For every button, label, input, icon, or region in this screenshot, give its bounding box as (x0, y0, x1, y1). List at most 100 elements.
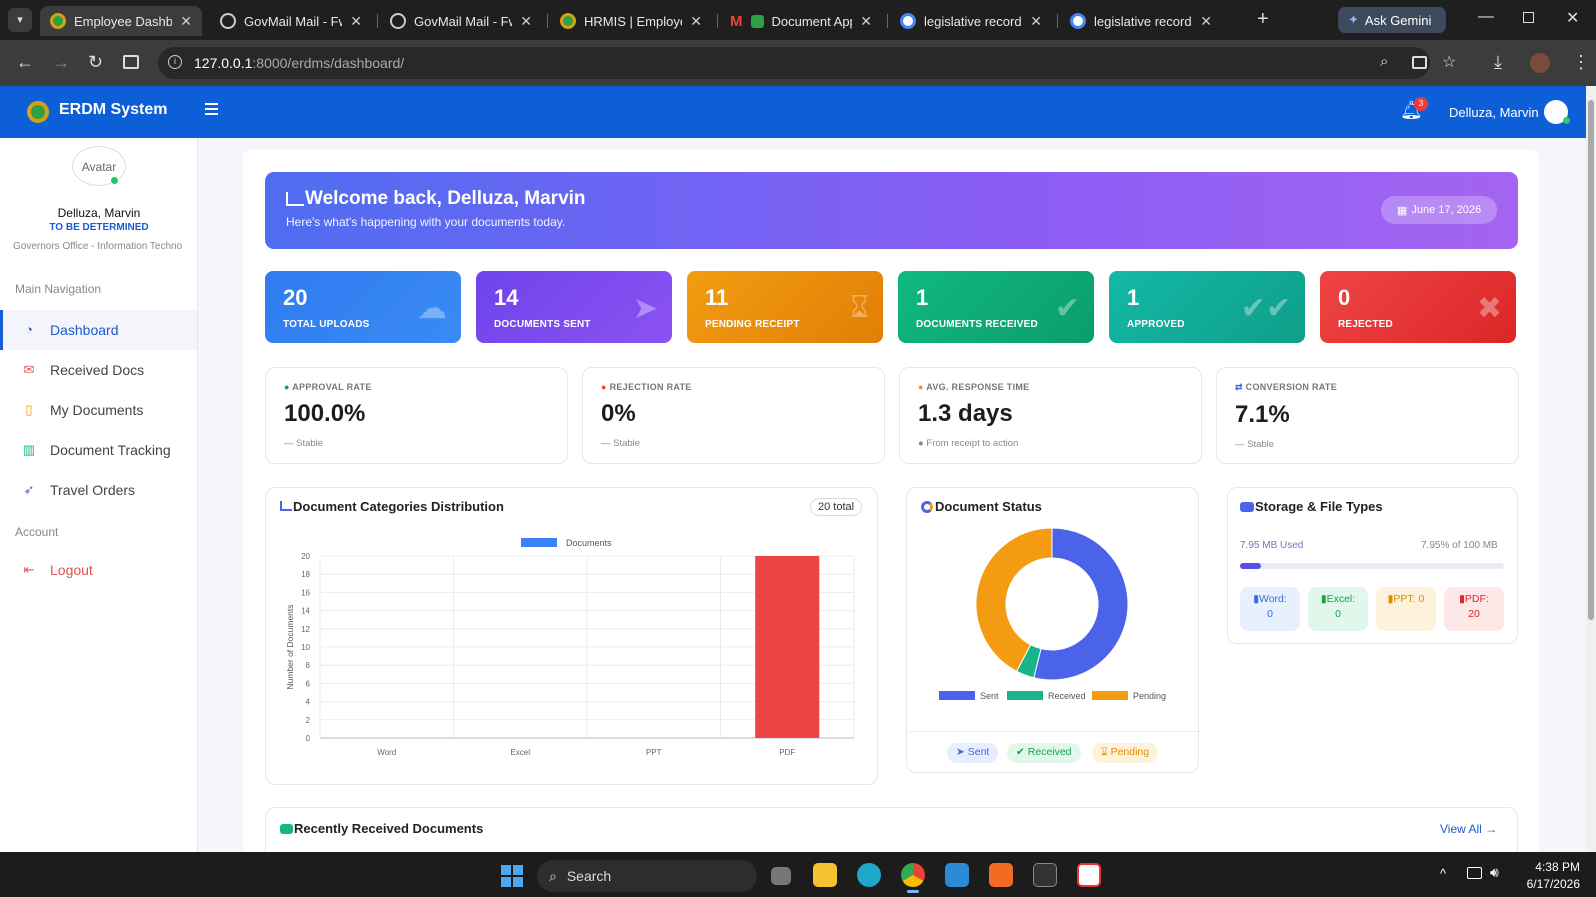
close-window-icon[interactable]: ✕ (1566, 8, 1579, 28)
metric-value: 100.0% (284, 400, 366, 427)
windows-start-icon[interactable] (501, 865, 523, 887)
browser-tab[interactable]: Employee Dashboa ✕ (40, 6, 202, 36)
metric-card-conversion-rate: ⇄ CONVERSION RATE 7.1% — Stable (1216, 367, 1519, 464)
metric-heading: REJECTION RATE (609, 382, 692, 392)
y-tick-label: 6 (306, 679, 311, 688)
ask-gemini-button[interactable]: ✦ Ask Gemini (1338, 7, 1446, 33)
taskbar-search[interactable]: ⌕ Search (537, 860, 757, 892)
profile-avatar[interactable] (1530, 53, 1550, 73)
stat-value: 1 (916, 285, 929, 310)
stat-card-total-uploads[interactable]: 20 TOTAL UPLOADS ☁ (265, 271, 461, 343)
erdm-favicon-icon (50, 13, 66, 29)
file-type-count: 0 (1267, 608, 1273, 620)
browser-tab[interactable]: GovMail Mail - Fwd ✕ (210, 6, 372, 36)
install-app-icon[interactable] (1412, 56, 1427, 69)
close-icon[interactable]: ✕ (520, 13, 532, 30)
browser-tab[interactable]: legislative record d ✕ (890, 6, 1052, 36)
y-tick-label: 2 (306, 716, 311, 725)
snipping-tool-icon[interactable] (1077, 863, 1101, 887)
page-scrollbar[interactable] (1586, 86, 1596, 852)
split-view-icon[interactable] (123, 55, 139, 69)
restore-icon[interactable] (1523, 12, 1534, 23)
network-icon[interactable] (1467, 867, 1482, 879)
chrome-icon[interactable] (901, 863, 925, 887)
tray-overflow-icon[interactable]: ^ (1440, 866, 1446, 881)
bookmark-star-icon[interactable]: ☆ (1442, 52, 1456, 72)
forward-icon[interactable]: → (52, 52, 70, 73)
sent-pill[interactable]: ➤ Sent (947, 743, 999, 763)
browser-tab[interactable]: M Document App ✕ (720, 6, 882, 36)
pill-label: Pending (1110, 746, 1150, 758)
tab-title: GovMail Mail - Fwd (244, 13, 342, 29)
logout-icon: ⇤ (23, 562, 35, 577)
minimize-icon[interactable]: — (1478, 8, 1494, 26)
metric-card-avg-response-time: ● AVG. RESPONSE TIME 1.3 days ● From rec… (899, 367, 1202, 464)
stat-card-rejected[interactable]: 0 REJECTED ✖ (1320, 271, 1516, 343)
clock-time[interactable]: 4:38 PM (1530, 860, 1580, 874)
x-circle-icon: ✖ (1476, 292, 1502, 325)
tab-separator (717, 14, 718, 28)
close-icon[interactable]: ✕ (350, 13, 362, 30)
bar-chart-icon (280, 501, 292, 511)
close-icon[interactable]: ✕ (690, 13, 702, 30)
browser-tab[interactable]: legislative record d ✕ (1060, 6, 1222, 36)
close-icon[interactable]: ✕ (860, 13, 872, 30)
chart-line-icon (286, 192, 304, 206)
download-icon[interactable]: ⤓ (1494, 52, 1502, 73)
close-icon[interactable]: ✕ (1030, 13, 1042, 30)
stat-card-documents-received[interactable]: 1 DOCUMENTS RECEIVED ✔ (898, 271, 1094, 343)
sidebar-item-label: Document Tracking (50, 442, 171, 458)
vscode-icon[interactable] (945, 863, 969, 887)
logout-link[interactable]: ⇤ Logout (0, 550, 197, 590)
sidebar-item-label: Dashboard (50, 322, 119, 338)
brand-title[interactable]: ERDM System (59, 101, 167, 119)
stat-card-documents-sent[interactable]: 14 DOCUMENTS SENT ➤ (476, 271, 672, 343)
metric-subtext: From receipt to action (926, 438, 1019, 449)
status-chart-card: Document Status Sent Received Pending ➤ Se… (906, 487, 1199, 773)
search-label: Search (566, 868, 612, 884)
zoom-icon[interactable]: ⌕ (1380, 53, 1388, 70)
terminal-icon[interactable] (1033, 863, 1057, 887)
edge-icon[interactable] (857, 863, 881, 887)
xampp-icon[interactable] (989, 863, 1013, 887)
stat-card-pending-receipt[interactable]: 11 PENDING RECEIPT ⌛︎ (687, 271, 883, 343)
browser-tab[interactable]: HRMIS | Employee ✕ (550, 6, 712, 36)
browser-tab[interactable]: GovMail Mail - Fwd ✕ (380, 6, 542, 36)
reload-icon[interactable]: ↻ (88, 52, 103, 73)
tab-separator (547, 14, 548, 28)
legend-label: Received (1048, 691, 1086, 701)
y-tick-label: 16 (301, 588, 310, 597)
clock-date[interactable]: 6/17/2026 (1510, 877, 1580, 891)
tab-title: Employee Dashboa (74, 13, 173, 29)
tab-list-button[interactable]: ▾ (8, 8, 32, 32)
stat-card-approved[interactable]: 1 APPROVED ✔✔ (1109, 271, 1305, 343)
exchange-icon: ⇄ (1235, 382, 1243, 392)
back-icon[interactable]: ← (16, 52, 34, 73)
site-info-icon[interactable]: i (168, 55, 182, 69)
sidebar-item-my-documents[interactable]: ▯ My Documents (0, 390, 197, 430)
categories-bar-chart: Documents 0 2 4 6 8 10 12 14 16 18 20 Number of Docu… (285, 538, 855, 757)
header-user-name[interactable]: Delluza, Marvin (1449, 105, 1539, 120)
address-bar[interactable]: i 127.0.0.1:8000/erdms/dashboard/ ⌕ ☆ (158, 47, 1456, 79)
pending-pill[interactable]: ⌛︎ Pending (1092, 743, 1159, 763)
sidebar-item-document-tracking[interactable]: ▥ Document Tracking (0, 430, 197, 470)
more-menu-icon[interactable]: ⋮ (1572, 52, 1590, 73)
file-explorer-icon[interactable] (813, 863, 837, 887)
view-all-link[interactable]: View All → (1440, 822, 1497, 836)
sidebar-item-received-docs[interactable]: ✉ Received Docs (0, 350, 197, 390)
new-tab-icon[interactable]: + (1257, 8, 1269, 31)
legend-label: Sent (980, 691, 999, 701)
hamburger-menu-icon[interactable] (205, 103, 218, 115)
received-pill[interactable]: ✔ Received (1007, 743, 1081, 763)
cloud-upload-icon: ☁ (417, 292, 447, 325)
volume-icon[interactable]: 🔊︎ (1490, 864, 1499, 881)
task-view-icon[interactable] (771, 867, 791, 885)
close-icon[interactable]: ✕ (1200, 13, 1212, 30)
bar-pdf (755, 556, 820, 738)
close-icon[interactable]: ✕ (180, 13, 192, 30)
sidebar-item-travel-orders[interactable]: ➶ Travel Orders (0, 470, 197, 510)
gemini-sparkle-icon: ✦ (1348, 12, 1359, 27)
file-type-word: ▮Word: 0 (1240, 587, 1300, 631)
stat-label: DOCUMENTS RECEIVED (916, 319, 1038, 330)
sidebar-item-dashboard[interactable]: ◔ Dashboard (0, 310, 197, 350)
